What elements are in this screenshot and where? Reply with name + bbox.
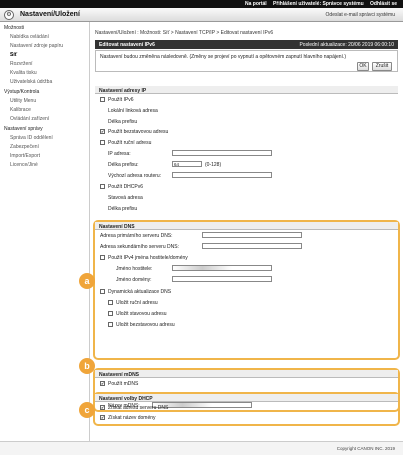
prefix-length-label: Délka prefixu xyxy=(108,119,138,125)
use-ipv4-host-checkbox[interactable] xyxy=(100,255,105,260)
use-mdns-label: Použít mDNS xyxy=(108,381,139,387)
save-manual-label: Uložit ruční adresu xyxy=(116,300,158,306)
logout-link[interactable]: Odhlásit se xyxy=(370,1,397,7)
callout-badge-a: a xyxy=(79,273,95,289)
dns-section-heading: Nastavení DNS xyxy=(95,222,398,230)
sidebar-item-license[interactable]: Licence/Jiné xyxy=(0,160,89,169)
save-stateless-checkbox[interactable] xyxy=(108,322,113,327)
save-stateless-label: Uložit bezstavovou adresu xyxy=(116,322,175,328)
panel-title: Editovat nastavení IPv6 xyxy=(99,42,155,48)
stateful-address-label: Stavová adresa xyxy=(108,195,143,201)
sidebar-item-print-quality[interactable]: Kvalita tisku xyxy=(0,68,89,77)
use-stateless-checkbox[interactable]: ✔ xyxy=(100,129,105,134)
sidebar-item-calibration[interactable]: Kalibrace xyxy=(0,105,89,114)
save-stateful-label: Uložit stavovou adresu xyxy=(116,311,167,317)
app-header: ⚙ Nastavení/Uložení Odeslat e-mail správ… xyxy=(0,8,403,22)
host-name-label: Jméno hostitele: xyxy=(116,266,153,272)
sidebar-item-security[interactable]: Zabezpečení xyxy=(0,142,89,151)
cancel-button[interactable]: Zrušit xyxy=(372,62,392,71)
use-stateless-label: Použít bezstavovou adresu xyxy=(108,129,169,135)
sidebar-item-network[interactable]: Síť xyxy=(0,50,89,59)
sidebar-item-dept-id[interactable]: Správa ID oddělení xyxy=(0,133,89,142)
sidebar-item-import-export[interactable]: Import/Export xyxy=(0,151,89,160)
mail-admin-link[interactable]: Odeslat e-mail správci systému xyxy=(326,12,395,18)
callout-badge-c: c xyxy=(79,402,95,418)
get-dns-label: Získat adresu serveru DNS xyxy=(108,405,169,411)
use-manual-label: Použít ruční adresu xyxy=(108,140,152,146)
sidebar-item-layout[interactable]: Rozvržení xyxy=(0,59,89,68)
sidebar: Možnosti Nabídka ovládání Nastavení zdro… xyxy=(0,22,90,441)
top-bar: Na portál Přihlášení uživatelé: Správce … xyxy=(0,0,403,8)
get-dns-checkbox[interactable]: ✔ xyxy=(100,405,105,410)
breadcrumb: Nastavení/Uložení : Možnosti: Síť > Nast… xyxy=(95,30,274,36)
sidebar-section-title: Výstup/Kontrola xyxy=(4,89,40,95)
secondary-dns-label: Adresa sekundárního serveru DNS: xyxy=(100,244,179,250)
dynamic-dns-checkbox[interactable] xyxy=(100,289,105,294)
get-domain-label: Získat název domény xyxy=(108,415,156,421)
ip-address-label: IP adresa: xyxy=(108,151,131,157)
settings-logo-icon: ⚙ xyxy=(4,10,14,20)
portal-link[interactable]: Na portál xyxy=(245,1,267,7)
default-router-label: Výchozí adresa routeru: xyxy=(108,173,162,179)
secondary-dns-input[interactable] xyxy=(202,243,302,249)
domain-name-label: Jméno domény: xyxy=(116,277,152,283)
use-ipv4-host-label: Použít IPv4 jména hostitele/domény xyxy=(108,255,188,261)
primary-dns-label: Adresa primárního serveru DNS: xyxy=(100,233,173,239)
ok-button[interactable]: OK xyxy=(357,62,369,71)
use-dhcpv6-label: Použít DHCPv6 xyxy=(108,184,144,190)
primary-dns-input[interactable] xyxy=(202,232,302,238)
save-stateful-checkbox[interactable] xyxy=(108,311,113,316)
domain-name-input[interactable] xyxy=(172,276,272,282)
sidebar-item-paper-source[interactable]: Nastavení zdroje papíru xyxy=(0,41,89,50)
use-mdns-checkbox[interactable]: ✔ xyxy=(100,381,105,386)
use-dhcpv6-checkbox[interactable] xyxy=(100,184,105,189)
link-local-label: Lokální linková adresa xyxy=(108,108,158,114)
sidebar-item-user-maintenance[interactable]: Uživatelská údržba xyxy=(0,77,89,86)
use-manual-checkbox[interactable] xyxy=(100,140,105,145)
callout-badge-b: b xyxy=(79,358,95,374)
dynamic-dns-label: Dynamická aktualizace DNS xyxy=(108,289,172,295)
sidebar-section-title: Možnosti xyxy=(4,25,25,31)
save-manual-checkbox[interactable] xyxy=(108,300,113,305)
notice-text: Nastavení budou změněna následovně. (Změ… xyxy=(100,54,346,60)
footer: Copyright CANON INC. 2019 xyxy=(0,441,403,455)
page-title: Nastavení/Uložení xyxy=(20,11,80,18)
sidebar-item-device-control[interactable]: Ovládání zařízení xyxy=(0,114,89,123)
logged-user: Přihlášení uživatelé: Správce systému xyxy=(273,1,364,7)
default-router-input[interactable] xyxy=(172,172,272,178)
panel-header: Editovat nastavení IPv6 Poslední aktuali… xyxy=(95,40,398,49)
dhcp-section-heading: Nastavení volby DHCP xyxy=(95,394,398,402)
ipv6-section-heading: Nastavení adresy IP xyxy=(95,86,398,94)
copyright: Copyright CANON INC. 2019 xyxy=(336,446,395,451)
sidebar-item-utility-menu[interactable]: Utility Menu xyxy=(0,96,89,105)
prefix-length-label: Délka prefixu: xyxy=(108,162,139,168)
main-content: Nastavení/Uložení : Možnosti: Síť > Nast… xyxy=(92,22,401,441)
last-updated: Poslední aktualizace: 20/06 2019 06:00:1… xyxy=(299,42,394,48)
prefix-length-label: Délka prefixu xyxy=(108,206,138,212)
notice-box: Nastavení budou změněna následovně. (Změ… xyxy=(95,50,398,72)
get-domain-checkbox[interactable]: ✔ xyxy=(100,415,105,420)
use-ipv6-label: Použít IPv6 xyxy=(108,97,134,103)
prefix-range-label: (0-128) xyxy=(205,162,222,168)
mdns-section-heading: Nastavení mDNS xyxy=(95,370,398,378)
ip-address-input[interactable] xyxy=(172,150,272,156)
sidebar-item-control-menu[interactable]: Nabídka ovládání xyxy=(0,32,89,41)
host-name-input[interactable] xyxy=(172,265,272,271)
prefix-length-input[interactable]: 64 xyxy=(172,161,202,167)
sidebar-section-title: Nastavení správy xyxy=(4,126,43,132)
use-ipv6-checkbox[interactable] xyxy=(100,97,105,102)
